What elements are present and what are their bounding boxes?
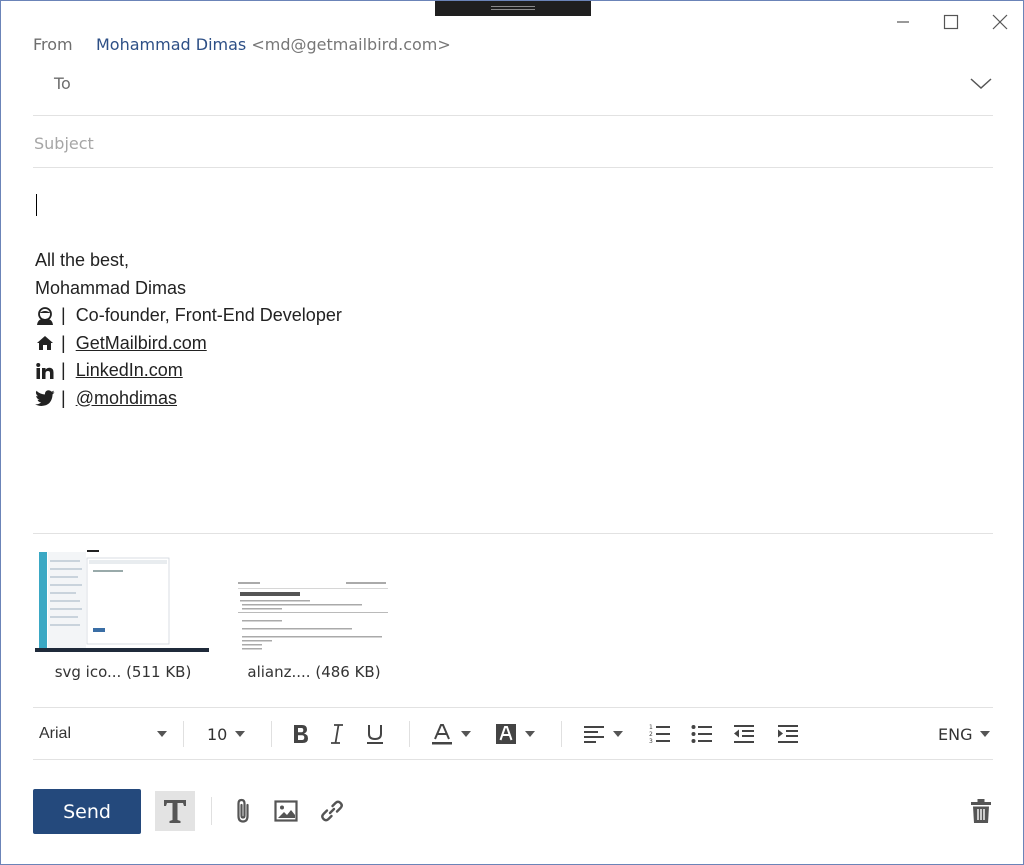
home-icon [35,333,55,353]
text-format-icon [164,800,186,823]
attach-icon [237,798,249,823]
chevron-down-icon [157,731,167,737]
underline-button[interactable] [365,719,389,749]
attachment-item[interactable]: svg ico... (511 KB) [35,548,211,681]
linkedin-icon [35,361,55,381]
insert-link-icon [321,800,343,822]
toolbar-separator [271,721,272,747]
insert-image-button[interactable] [266,791,306,831]
maximize-button[interactable] [934,7,968,37]
signature-closing: All the best, [35,250,130,270]
font-family-select[interactable]: Arial [39,719,167,749]
bullet-list-button[interactable] [691,719,715,749]
signature-separator: | [61,305,66,325]
user-avatar-icon [35,306,55,326]
attachment-thumbnail [226,548,400,652]
numbered-list-icon: 123 [649,724,670,745]
grip-icon [491,6,535,10]
attachment-caption: alianz.... (486 KB) [247,663,381,681]
signature: All the best, Mohammad Dimas | Co-founde… [35,247,342,412]
bold-icon [294,725,308,743]
outdent-icon [734,725,754,743]
font-color-button[interactable] [431,719,475,749]
attachment-item[interactable]: alianz.... (486 KB) [226,548,402,681]
text-format-toggle-button[interactable] [155,791,195,831]
bullet-list-icon [691,725,712,743]
svg-text:3: 3 [649,738,653,745]
to-label[interactable]: To [54,74,71,93]
discard-draft-button[interactable] [961,791,1001,831]
signature-role: Co-founder, Front-End Developer [75,305,342,325]
from-name: Mohammad Dimas [96,35,247,54]
twitter-bird-icon [35,388,55,408]
signature-separator: | [61,387,66,408]
chevron-down-icon [970,78,992,90]
align-icon [584,726,604,743]
close-icon [992,14,1008,30]
signature-name: Mohammad Dimas [35,277,187,298]
svg-text:2: 2 [649,731,653,738]
font-family-value: Arial [39,725,72,742]
highlight-color-icon [496,724,516,744]
maximize-icon [943,14,959,30]
chevron-down-icon [613,731,623,737]
svg-text:1: 1 [649,724,653,731]
minimize-icon [897,21,909,23]
twitter-link[interactable]: @mohdimas [76,385,177,413]
expand-recipients-button[interactable] [967,73,995,95]
message-body-editor[interactable]: All the best, Mohammad Dimas | Co-founde… [35,191,985,521]
chevron-down-icon [461,731,471,737]
attachment-thumbnail [35,548,209,652]
from-email: <md@getmailbird.com> [251,35,451,54]
subject-divider [33,167,993,168]
action-separator [211,797,212,825]
language-value: ENG [938,724,973,744]
highlight-color-button[interactable] [495,719,539,749]
formatting-toolbar: Arial 10 1 2 3 ENG [33,709,993,759]
close-button[interactable] [983,7,1017,37]
toolbar-separator [409,721,410,747]
from-label: From [33,35,73,54]
italic-icon [331,724,343,744]
send-button[interactable]: Send [33,789,141,834]
toolbar-divider [33,759,993,760]
chevron-down-icon [235,731,246,737]
indent-button[interactable] [777,719,801,749]
font-color-icon [432,724,452,745]
linkedin-link[interactable]: LinkedIn.com [76,357,183,385]
attachment-caption: svg ico... (511 KB) [54,663,192,681]
align-button[interactable] [583,719,629,749]
insert-link-button[interactable] [312,791,352,831]
to-divider [33,115,993,116]
minimize-button[interactable] [886,7,920,37]
website-link[interactable]: GetMailbird.com [76,330,207,358]
toolbar-separator [183,721,184,747]
subject-input[interactable] [34,129,974,157]
indent-icon [778,725,798,743]
attachments-area: svg ico... (511 KB) alianz.... (486 KB) [33,534,993,704]
bold-button[interactable] [291,719,315,749]
attach-file-button[interactable] [223,791,263,831]
underline-icon [367,725,383,744]
numbered-list-button[interactable]: 123 [649,719,673,749]
trash-icon [971,799,991,823]
insert-image-icon [274,800,298,822]
compose-window: From Mohammad Dimas <md@getmailbird.com>… [0,0,1024,865]
font-size-value: 10 [207,724,228,744]
text-caret [36,194,37,216]
font-size-select[interactable]: 10 [207,719,251,749]
signature-separator: | [61,360,66,380]
attachments-divider [33,707,993,708]
action-bar: Send [1,771,1024,861]
from-account-selector[interactable]: Mohammad Dimas <md@getmailbird.com> [96,35,451,54]
outdent-button[interactable] [733,719,757,749]
signature-separator: | [61,332,66,353]
window-drag-handle[interactable] [435,1,591,16]
toolbar-separator [561,721,562,747]
chevron-down-icon [980,731,991,737]
chevron-down-icon [525,731,535,737]
italic-button[interactable] [329,719,349,749]
language-select[interactable]: ENG [938,719,993,749]
